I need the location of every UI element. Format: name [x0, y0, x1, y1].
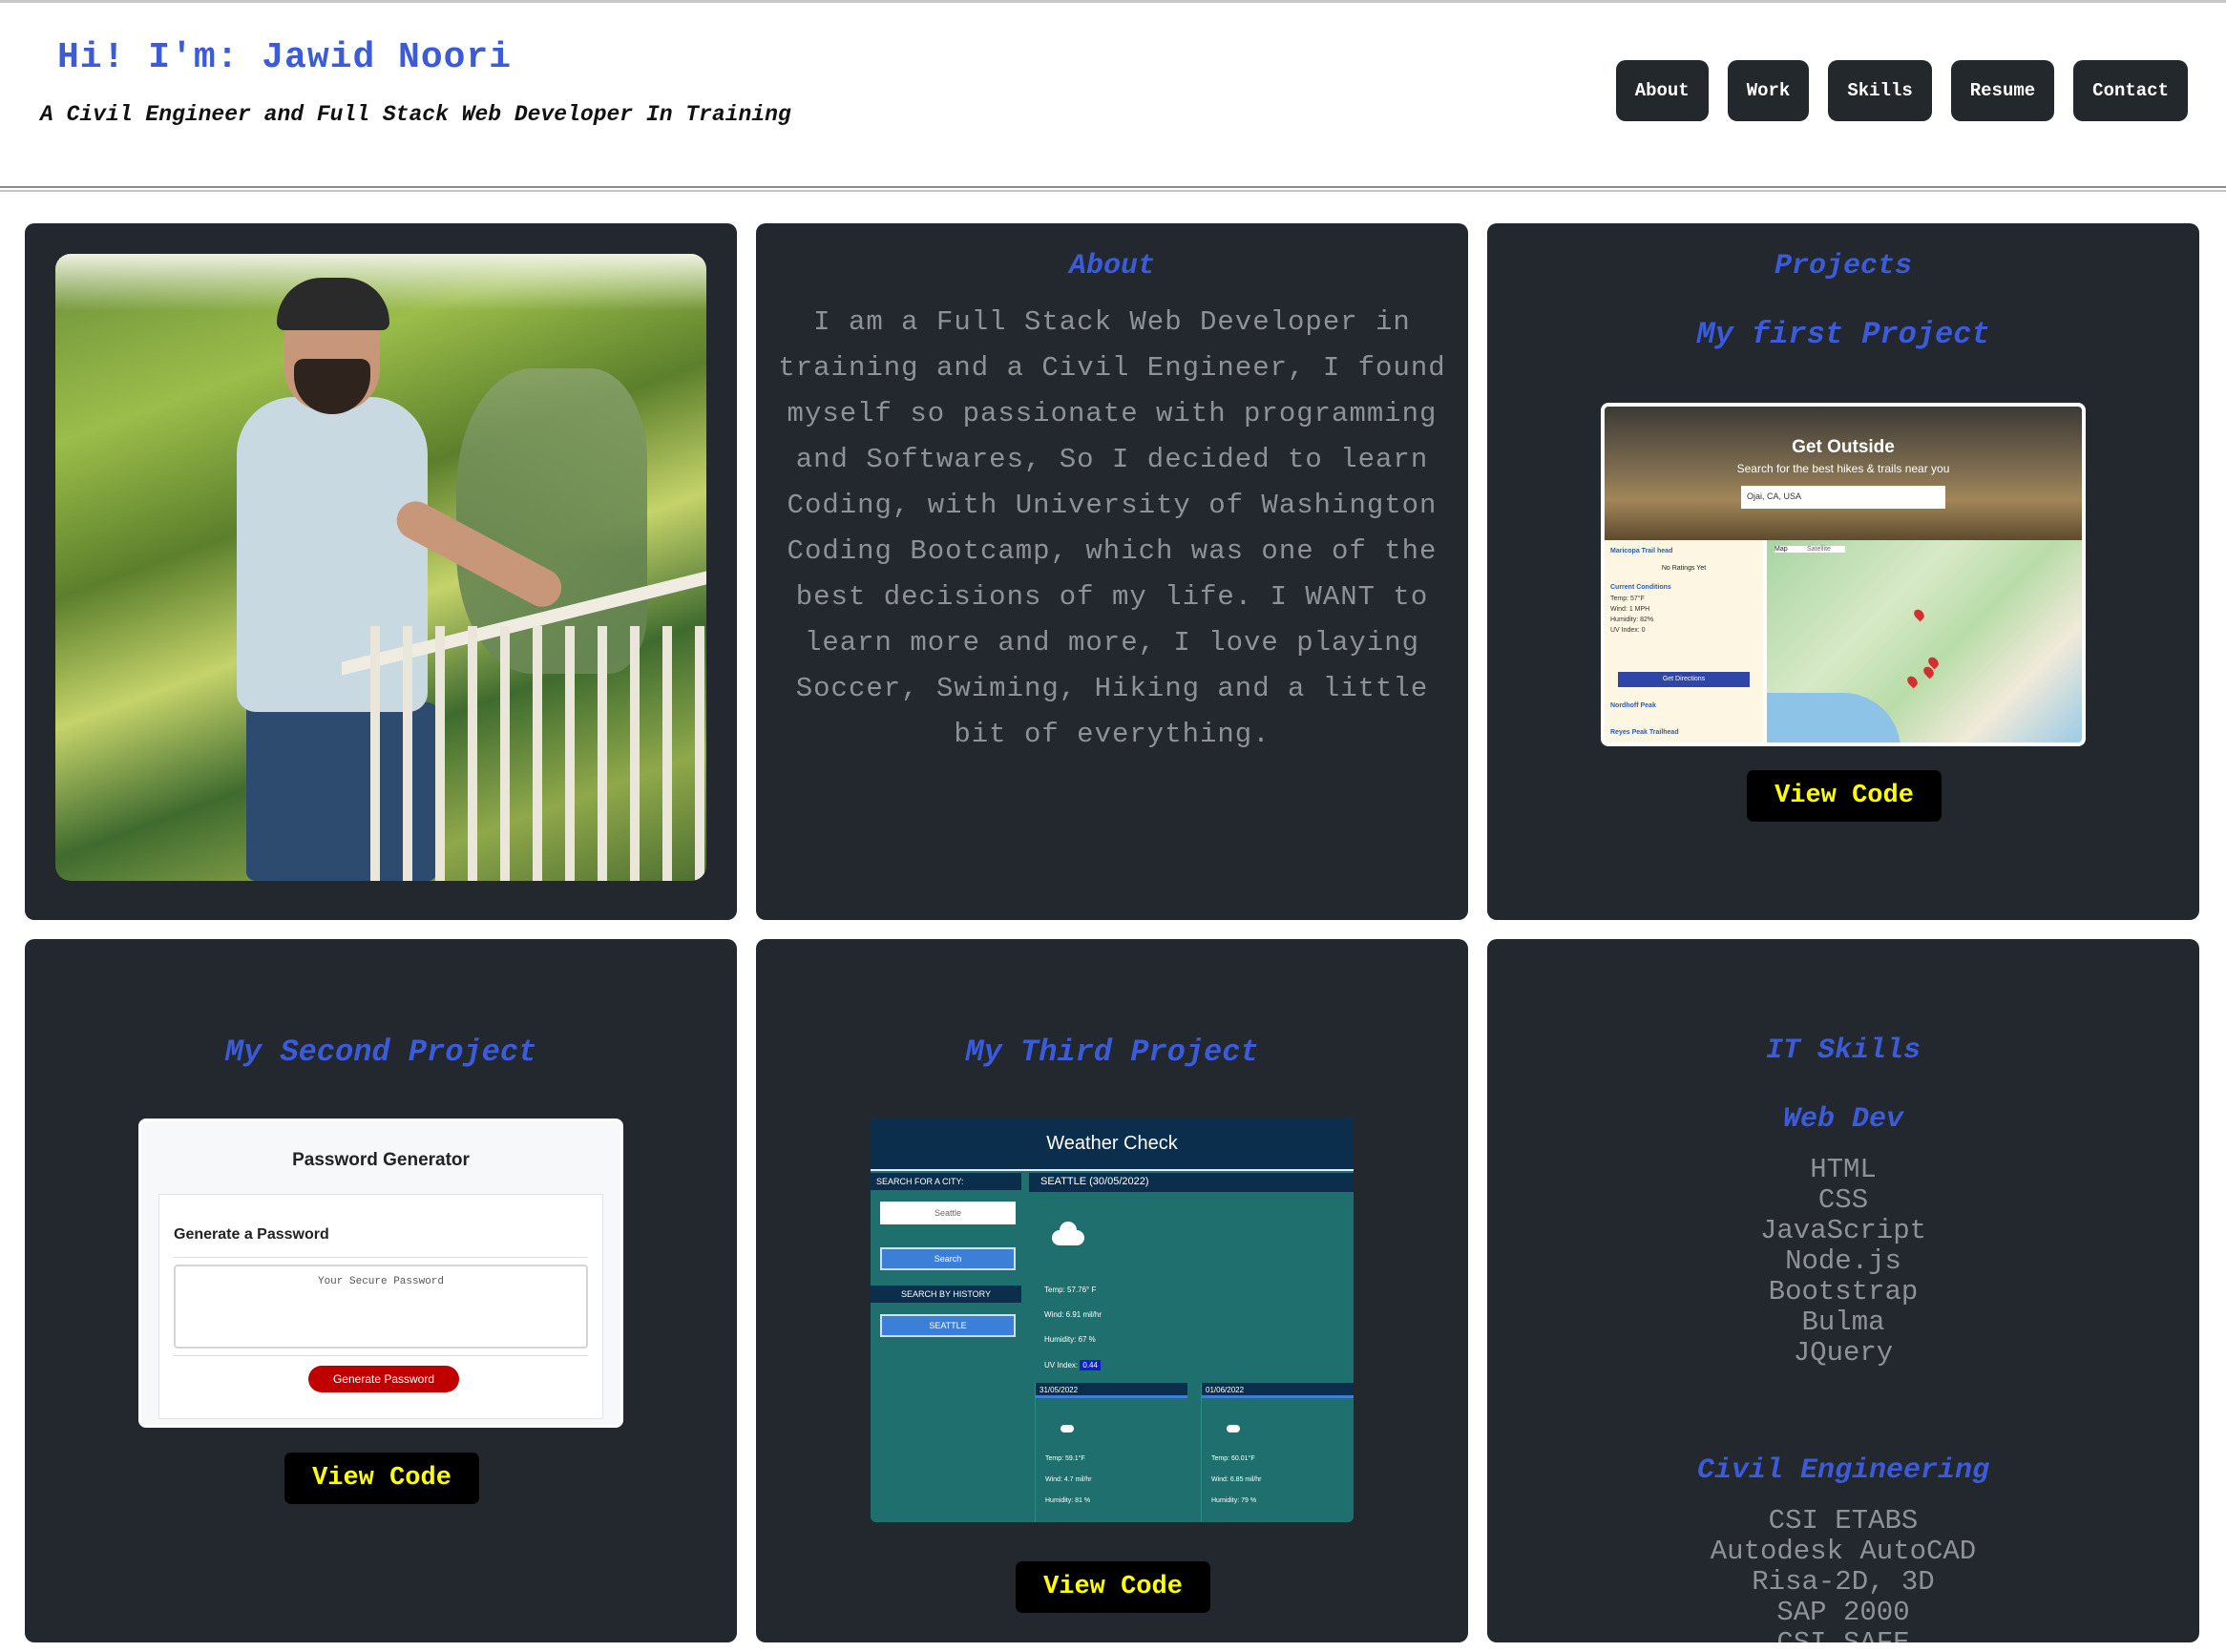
second-project-view-code-button[interactable]: View Code — [284, 1453, 479, 1504]
about-heading: About — [1068, 250, 1155, 282]
shot-hero-title: Get Outside — [1792, 437, 1895, 457]
forecast-card: 01/06/2022 Temp: 60.01°F Wind: 6.85 mil/… — [1201, 1383, 1354, 1522]
second-project-title: My Second Project — [224, 1035, 537, 1070]
photo-railing — [370, 626, 706, 881]
skill-item: Bulma — [1801, 1307, 1885, 1338]
third-project-screenshot[interactable]: Weather Check SEARCH FOR A CITY: Seattle… — [871, 1118, 1354, 1522]
shot-generate-button: Generate Password — [308, 1366, 459, 1392]
first-project-title: My first Project — [1696, 317, 1990, 352]
site-header: Hi! I'm: Jawid Noori A Civil Engineer an… — [0, 3, 2226, 186]
skills-card: IT Skills Web Dev HTML CSS JavaScript No… — [1487, 939, 2199, 1642]
skill-item: JavaScript — [1759, 1215, 1927, 1246]
profile-photo — [55, 254, 706, 881]
profile-photo-card — [25, 223, 737, 920]
web-dev-heading: Web Dev — [1782, 1103, 1904, 1136]
skill-item: Risa-2D, 3D — [1752, 1566, 1935, 1598]
nav-skills-button[interactable]: Skills — [1828, 60, 1932, 121]
second-project-card: My Second Project Password Generator Gen… — [25, 939, 737, 1642]
web-dev-skill-list: HTML CSS JavaScript Node.js Bootstrap Bu… — [1487, 1155, 2199, 1369]
nav-work-button[interactable]: Work — [1727, 60, 1810, 121]
sun-cloud-icon — [1227, 1425, 1240, 1432]
shot-hero-subtitle: Search for the best hikes & trails near … — [1736, 462, 1950, 475]
main-nav: About Work Skills Resume Contact — [1615, 60, 2188, 121]
header-divider-shadow — [0, 190, 2226, 192]
shot-search-button: Search — [880, 1247, 1016, 1270]
skill-item: Bootstrap — [1768, 1276, 1919, 1307]
third-project-title: My Third Project — [965, 1035, 1259, 1070]
skill-item: SAP 2000 — [1776, 1597, 1910, 1628]
skill-item: Node.js — [1785, 1245, 1901, 1277]
skill-item: JQuery — [1793, 1337, 1894, 1369]
nav-about-button[interactable]: About — [1615, 60, 1709, 121]
nav-resume-button[interactable]: Resume — [1950, 60, 2055, 121]
third-project-view-code-button[interactable]: View Code — [1016, 1561, 1210, 1613]
first-project-view-code-button[interactable]: View Code — [1747, 770, 1942, 822]
about-text: I am a Full Stack Web Developer in train… — [778, 306, 1446, 750]
about-card: About I am a Full Stack Web Developer in… — [756, 223, 1468, 920]
civil-skill-list: CSI ETABS Autodesk AutoCAD Risa-2D, 3D S… — [1487, 1505, 2199, 1643]
skills-heading: IT Skills — [1765, 1035, 1922, 1067]
skill-item: CSI ETABS — [1768, 1505, 1919, 1537]
first-project-screenshot[interactable]: Get Outside Search for the best hikes & … — [1601, 403, 2086, 746]
shot-password-output: Your Secure Password — [174, 1265, 588, 1349]
forecast-card: 31/05/2022 Temp: 59.1°F Wind: 4.7 mil/hr… — [1035, 1383, 1187, 1522]
skill-item: HTML — [1810, 1154, 1877, 1185]
site-subtitle: A Civil Engineer and Full Stack Web Deve… — [40, 102, 791, 127]
nav-contact-button[interactable]: Contact — [2073, 60, 2188, 121]
skill-item: CSS — [1817, 1184, 1869, 1216]
shot-history-button: SEATTLE — [880, 1314, 1016, 1337]
projects-heading: Projects — [1774, 250, 1913, 282]
sun-cloud-icon — [1060, 1425, 1074, 1432]
site-title: Hi! I'm: Jawid Noori — [57, 37, 513, 78]
cloud-icon — [1052, 1222, 1084, 1245]
header-divider — [0, 186, 2226, 188]
civil-engineering-heading: Civil Engineering — [1696, 1454, 1990, 1487]
third-project-card: My Third Project Weather Check SEARCH FO… — [756, 939, 1468, 1642]
skill-item: Autodesk AutoCAD — [1710, 1536, 1977, 1567]
shot-city-input: Seattle — [880, 1202, 1016, 1224]
second-project-screenshot[interactable]: Password Generator Generate a Password Y… — [138, 1119, 623, 1428]
projects-card: Projects My first Project Get Outside Se… — [1487, 223, 2199, 920]
skill-item: CSI SAFE — [1487, 1628, 2199, 1643]
shot-search-input: Ojai, CA, USA — [1741, 486, 1945, 509]
